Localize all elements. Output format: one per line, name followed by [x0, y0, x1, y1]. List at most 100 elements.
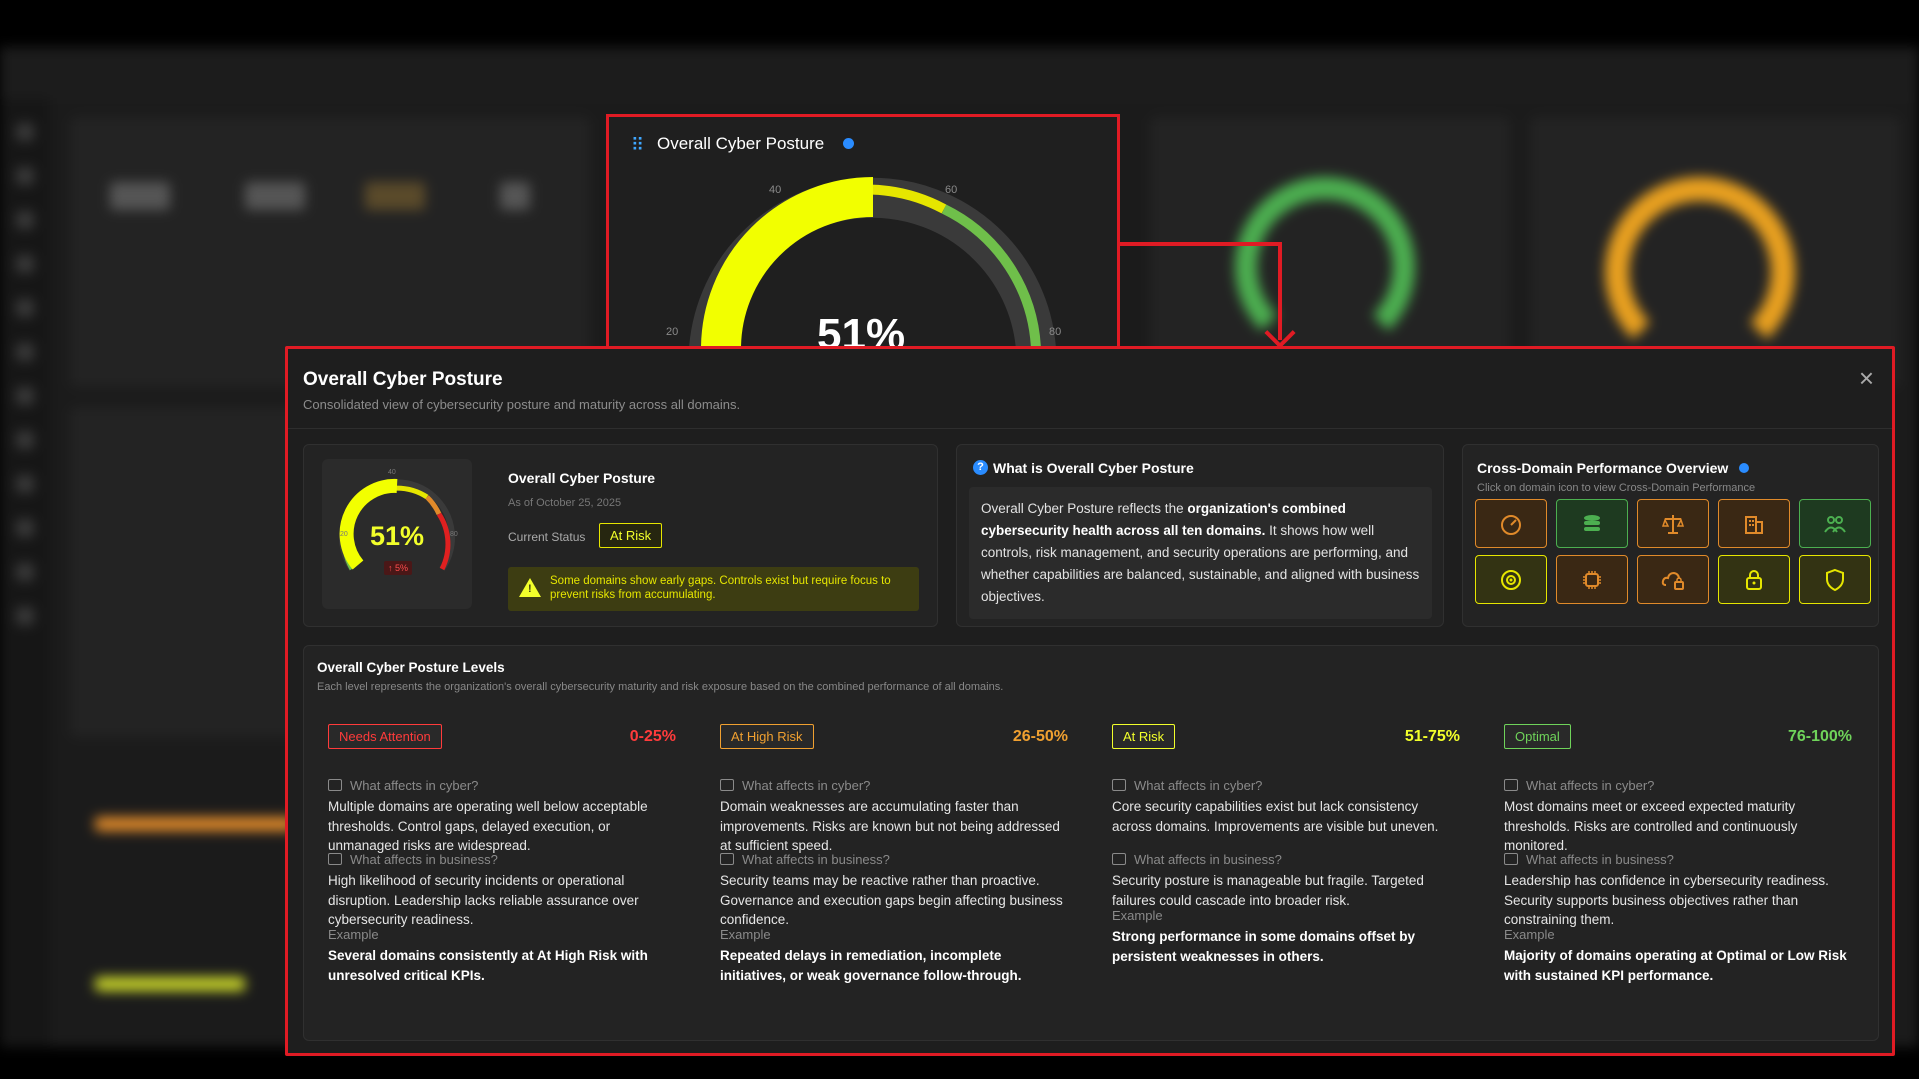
building-icon	[1745, 515, 1763, 534]
cross-domain-title: Cross-Domain Performance Overview	[1477, 460, 1729, 476]
business-heading: What affects in business?	[720, 852, 890, 867]
levels-subtitle: Each level represents the organization's…	[317, 681, 1004, 693]
target-domain-button[interactable]	[1475, 555, 1547, 604]
background-card	[70, 407, 300, 737]
gauge-percent: 51%	[817, 310, 906, 346]
business-impact-text: Security teams may be reactive rather th…	[720, 873, 1063, 927]
what-is-panel: ? What is Overall Cyber Posture Overall …	[956, 444, 1444, 627]
cross-domain-panel: Cross-Domain Performance Overview Click …	[1462, 444, 1879, 627]
cyber-heading-text: What affects in cyber?	[1134, 778, 1263, 793]
cyber-heading: What affects in cyber?	[720, 778, 870, 793]
screenshot-stage: ⠿ Overall Cyber Posture 40 60 20 80 51% …	[0, 0, 1919, 1079]
chip-domain-button[interactable]	[1556, 555, 1628, 604]
business-heading-text: What affects in business?	[1526, 852, 1674, 867]
level-badge: At High Risk	[720, 724, 814, 749]
shield-icon	[1826, 568, 1844, 591]
callout-connector	[1120, 242, 1282, 340]
cross-domain-subtitle: Click on domain icon to view Cross-Domai…	[1477, 482, 1756, 494]
cloud-lock-icon	[1661, 571, 1684, 590]
warning-icon: !	[519, 578, 541, 597]
users-icon	[1824, 515, 1846, 533]
level-range: 76-100%	[1787, 728, 1852, 745]
cyber-heading-text: What affects in cyber?	[742, 778, 871, 793]
briefcase-icon	[328, 853, 342, 865]
level-badge: Needs Attention	[328, 724, 442, 749]
business-impact-text: Leadership has confidence in cybersecuri…	[1504, 873, 1829, 927]
business-heading-text: What affects in business?	[350, 852, 498, 867]
summary-gauge: 40 20 80 51% ↑ 5%	[322, 459, 472, 609]
level-range: 51-75%	[1404, 728, 1460, 745]
divider	[288, 428, 1892, 429]
building-domain-button[interactable]	[1718, 499, 1790, 548]
gauge-tick: 40	[769, 184, 782, 196]
info-icon[interactable]	[1739, 463, 1749, 473]
example-heading: Example	[1112, 908, 1163, 923]
cyber-impact-text: Domain weaknesses are accumulating faste…	[720, 799, 1060, 853]
monitor-icon	[328, 779, 342, 791]
gauge-tick: 60	[945, 184, 958, 196]
speedometer-icon	[1501, 514, 1521, 535]
example-text: Repeated delays in remediation, incomple…	[720, 948, 1022, 983]
example-heading: Example	[328, 927, 379, 942]
gauge-tick: 40	[388, 469, 396, 476]
lock-icon	[1746, 569, 1762, 590]
background-bar	[95, 977, 245, 991]
cloud-lock-domain-button[interactable]	[1637, 555, 1709, 604]
business-heading: What affects in business?	[1504, 852, 1674, 867]
monitor-icon	[720, 779, 734, 791]
background-metric	[110, 182, 170, 210]
target-icon	[1501, 569, 1521, 590]
example-text: Majority of domains operating at Optimal…	[1504, 948, 1847, 983]
cyber-heading: What affects in cyber?	[328, 778, 478, 793]
briefcase-icon	[1504, 853, 1518, 865]
business-heading-text: What affects in business?	[742, 852, 890, 867]
warning-banner: ! Some domains show early gaps. Controls…	[508, 567, 919, 611]
background-metric	[500, 182, 530, 210]
warning-text: Some domains show early gaps. Controls e…	[550, 575, 891, 601]
trend-delta-badge: ↑ 5%	[384, 561, 412, 575]
overall-posture-card-zoom[interactable]: ⠿ Overall Cyber Posture 40 60 20 80 51%	[606, 114, 1120, 346]
background-metric	[245, 182, 305, 210]
shield-domain-button[interactable]	[1799, 555, 1871, 604]
cyber-impact-text: Core security capabilities exist but lac…	[1112, 799, 1439, 834]
posture-summary-panel: 40 20 80 51% ↑ 5% Overall Cyber Posture …	[303, 444, 938, 627]
cyber-impact-text: Multiple domains are operating well belo…	[328, 799, 648, 853]
business-heading: What affects in business?	[1112, 852, 1282, 867]
example-text: Several domains consistently at At High …	[328, 948, 648, 983]
cyber-heading-text: What affects in cyber?	[1526, 778, 1655, 793]
level-range: 26-50%	[1012, 728, 1068, 745]
close-icon[interactable]: ×	[1859, 365, 1874, 391]
what-is-text: Overall Cyber Posture reflects the	[981, 501, 1188, 516]
modal-subtitle: Consolidated view of cybersecurity postu…	[303, 397, 741, 412]
what-is-title: What is Overall Cyber Posture	[993, 460, 1194, 476]
users-domain-button[interactable]	[1799, 499, 1871, 548]
summary-title: Overall Cyber Posture	[508, 470, 656, 486]
question-icon: ?	[973, 460, 988, 475]
database-icon	[1584, 514, 1600, 531]
level-badge: Optimal	[1504, 724, 1571, 749]
cyber-impact-text: Most domains meet or exceed expected mat…	[1504, 799, 1798, 853]
status-label: Current Status	[508, 530, 586, 544]
background-topbar	[0, 47, 1919, 97]
summary-percent: 51%	[369, 521, 425, 551]
gauge-tick: 20	[666, 326, 679, 338]
level-badge: At Risk	[1112, 724, 1176, 749]
lock-domain-button[interactable]	[1718, 555, 1790, 604]
monitor-icon	[1112, 779, 1126, 791]
background-bar	[95, 817, 295, 831]
levels-title: Overall Cyber Posture Levels	[317, 660, 505, 675]
modal-title: Overall Cyber Posture	[303, 369, 503, 390]
scales-domain-button[interactable]	[1637, 499, 1709, 548]
chip-icon	[1583, 570, 1601, 589]
business-heading: What affects in business?	[328, 852, 498, 867]
cyber-heading-text: What affects in cyber?	[350, 778, 479, 793]
business-impact-text: Security posture is manageable but fragi…	[1112, 873, 1424, 908]
speedometer-domain-button[interactable]	[1475, 499, 1547, 548]
example-heading: Example	[720, 927, 771, 942]
background-sidebar	[0, 97, 50, 1047]
cyber-heading: What affects in cyber?	[1504, 778, 1654, 793]
overall-posture-modal: Overall Cyber Posture Consolidated view …	[285, 346, 1895, 1056]
monitor-icon	[1504, 779, 1518, 791]
database-domain-button[interactable]	[1556, 499, 1628, 548]
briefcase-icon	[1112, 853, 1126, 865]
